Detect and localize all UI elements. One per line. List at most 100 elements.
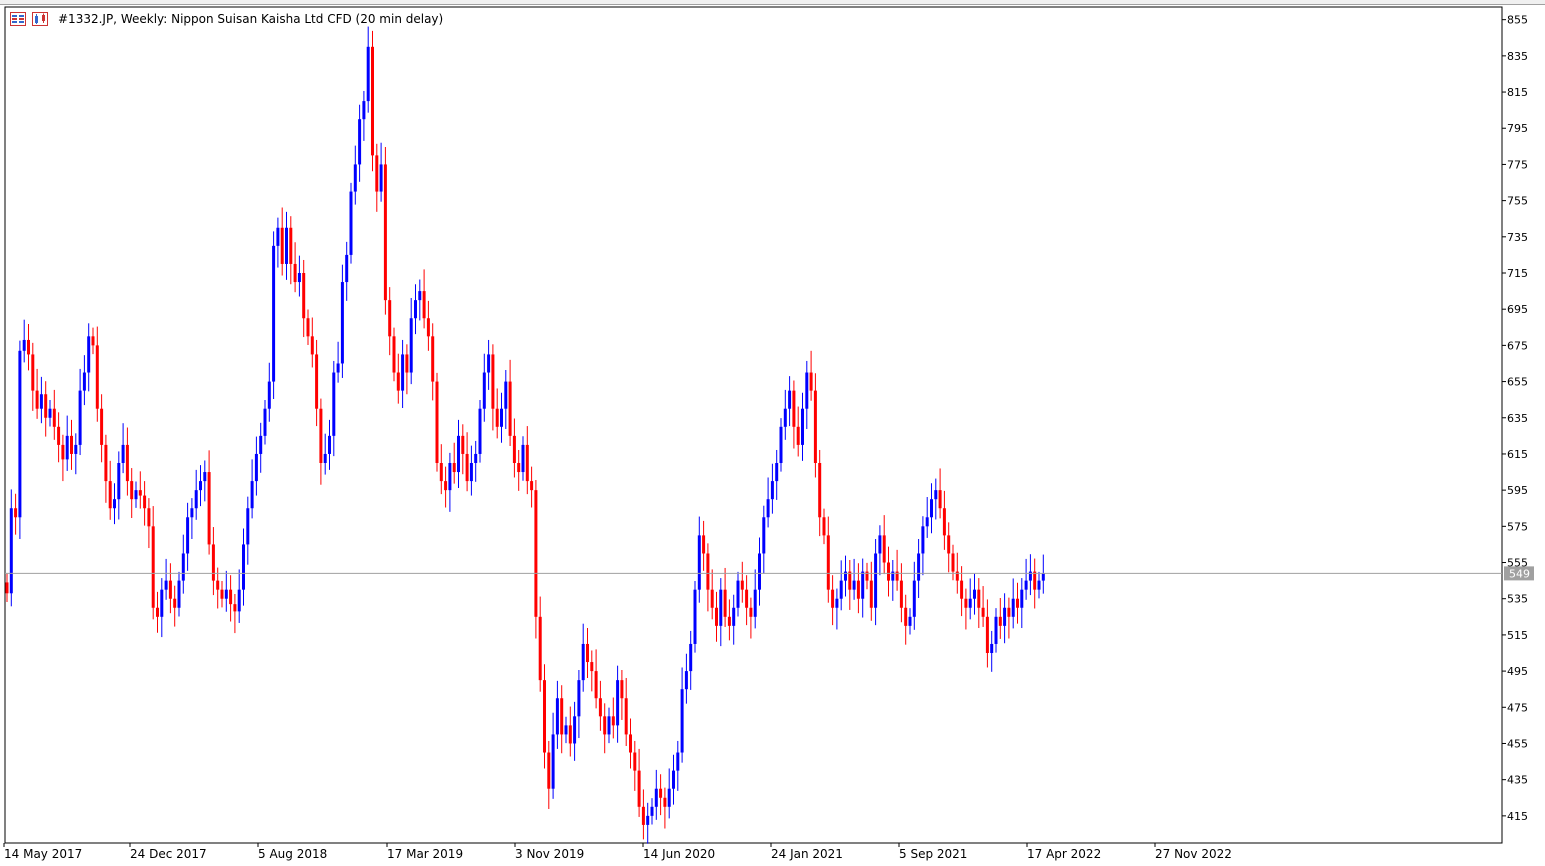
candle-bull bbox=[783, 408, 787, 427]
candle-bear bbox=[964, 598, 968, 608]
y-tick-label: 575 bbox=[1507, 520, 1528, 533]
y-tick-label: 715 bbox=[1507, 267, 1528, 280]
candle-bull bbox=[693, 589, 697, 644]
candle-bear bbox=[319, 408, 323, 463]
candle-bear bbox=[831, 589, 835, 608]
candle-bull bbox=[573, 716, 577, 744]
candle-bear bbox=[396, 372, 400, 391]
candle-bear bbox=[663, 797, 667, 807]
candle-bear bbox=[560, 698, 564, 735]
candle-bear bbox=[813, 390, 817, 463]
candle-bear bbox=[641, 806, 645, 825]
candle-bear bbox=[491, 354, 495, 409]
candle-bull bbox=[994, 616, 998, 644]
candle-bull bbox=[164, 580, 168, 590]
candle-bear bbox=[727, 616, 731, 626]
candle-bear bbox=[745, 589, 749, 608]
candle-bull bbox=[917, 553, 921, 581]
candle-bear bbox=[216, 580, 220, 590]
candle-bear bbox=[525, 444, 529, 482]
candle-bull bbox=[22, 339, 26, 351]
candle-bull bbox=[323, 453, 327, 463]
candle-bear bbox=[151, 526, 155, 608]
candle-bull bbox=[504, 381, 508, 409]
candle-bull bbox=[500, 408, 503, 427]
candle-bear bbox=[310, 336, 314, 355]
candle-bear bbox=[1016, 598, 1019, 608]
candle-bear bbox=[512, 435, 516, 463]
candle-bear bbox=[534, 490, 538, 617]
candle-bear bbox=[444, 481, 448, 491]
candle-bull bbox=[457, 435, 460, 473]
candle-bear bbox=[173, 598, 177, 608]
candle-bull bbox=[82, 372, 86, 391]
candle-bear bbox=[856, 580, 860, 599]
candle-bull bbox=[78, 390, 82, 445]
candle-bull bbox=[990, 643, 994, 653]
candle-bull bbox=[1011, 598, 1015, 617]
y-tick-label: 655 bbox=[1507, 376, 1528, 389]
candle-bull bbox=[555, 698, 559, 735]
x-tick-label: 14 May 2017 bbox=[4, 847, 82, 861]
current-price-label: 549 bbox=[1509, 567, 1530, 580]
candle-bear bbox=[848, 571, 852, 590]
candle-bear bbox=[147, 508, 151, 527]
candle-bear bbox=[220, 589, 224, 599]
candle-bull bbox=[487, 354, 491, 373]
candle-bull bbox=[874, 553, 878, 608]
price-chart[interactable]: 855 835 815 795 775 755 735 715 695 675 655 635 615 5… bbox=[0, 0, 1545, 866]
candle-bull bbox=[409, 318, 413, 373]
y-tick-label: 755 bbox=[1507, 195, 1528, 208]
candle-bull bbox=[297, 273, 301, 283]
candle-bear bbox=[168, 580, 172, 599]
candle-bull bbox=[770, 481, 774, 500]
candle-bear bbox=[710, 589, 714, 608]
x-tick-label: 27 Nov 2022 bbox=[1155, 847, 1232, 861]
candle-bear bbox=[104, 444, 108, 482]
x-tick-label: 3 Nov 2019 bbox=[515, 847, 584, 861]
candle-bear bbox=[715, 607, 718, 626]
candle-bear bbox=[14, 508, 18, 518]
candle-bear bbox=[633, 752, 637, 771]
candle-bear bbox=[977, 589, 981, 608]
candle-bear bbox=[960, 580, 964, 599]
candle-bull bbox=[199, 481, 202, 491]
candle-bull bbox=[353, 164, 357, 192]
candle-bull bbox=[973, 589, 976, 599]
candle-bear bbox=[749, 607, 753, 617]
candle-bear bbox=[452, 463, 456, 473]
candle-bear bbox=[461, 435, 465, 454]
x-tick-label: 5 Sep 2021 bbox=[899, 847, 967, 861]
candle-bear bbox=[233, 604, 237, 612]
candle-bear bbox=[383, 164, 387, 301]
candle-bear bbox=[603, 716, 607, 735]
y-tick-label: 695 bbox=[1507, 303, 1528, 316]
y-tick-label: 615 bbox=[1507, 448, 1528, 461]
candle-bear bbox=[280, 227, 284, 264]
candle-bull bbox=[1020, 589, 1024, 608]
candle-bull bbox=[680, 689, 684, 753]
y-tick-label: 835 bbox=[1507, 50, 1528, 63]
candle-bear bbox=[620, 680, 624, 699]
candle-bull bbox=[968, 598, 972, 608]
candle-bear bbox=[796, 426, 800, 445]
candle-bull bbox=[285, 227, 288, 264]
candle-bull bbox=[775, 463, 779, 482]
candle-bear bbox=[1007, 607, 1011, 617]
candle-bear bbox=[57, 426, 61, 445]
y-tick-label: 795 bbox=[1507, 122, 1528, 135]
candle-bull bbox=[672, 770, 675, 789]
candle-bull bbox=[921, 526, 925, 554]
candle-bear bbox=[530, 481, 534, 491]
y-tick-label: 635 bbox=[1507, 412, 1528, 425]
candle-bull bbox=[242, 544, 245, 590]
x-tick-label: 14 Jun 2020 bbox=[643, 847, 715, 861]
candle-bull bbox=[676, 752, 680, 771]
y-tick-label: 595 bbox=[1507, 484, 1528, 497]
candle-bull bbox=[18, 350, 22, 518]
candle-bear bbox=[882, 535, 886, 563]
y-tick-label: 855 bbox=[1507, 14, 1528, 27]
candle-bear bbox=[431, 336, 435, 382]
candle-bull bbox=[87, 336, 91, 373]
candle-bear bbox=[156, 607, 159, 617]
